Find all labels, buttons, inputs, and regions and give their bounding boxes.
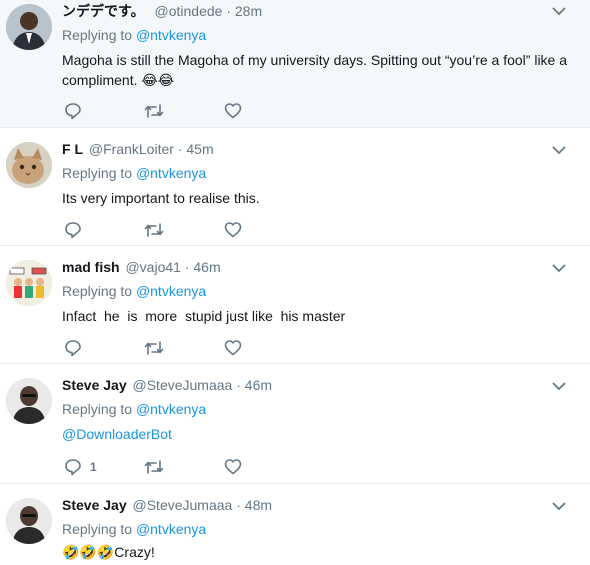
avatar[interactable] (6, 498, 52, 544)
mention-link[interactable]: @ntvkenya (136, 401, 206, 417)
retweet-icon (144, 341, 164, 355)
user-handle[interactable]: @vajo41 (125, 259, 180, 275)
display-name[interactable]: mad fish (62, 259, 120, 275)
bald-man-avatar-icon (6, 498, 52, 544)
tweet-text: 🤣🤣🤣Crazy! (62, 544, 155, 560)
timestamp[interactable]: 28m (235, 3, 262, 19)
tweet-actions: 1 (64, 458, 264, 476)
like-button[interactable] (224, 458, 242, 476)
chevron-down-icon[interactable] (552, 502, 566, 511)
replying-to: Replying to @ntvkenya (62, 26, 206, 44)
man-in-suit-avatar-icon (6, 4, 52, 50)
tweet[interactable]: Steve Jay @SteveJumaaa · 46m Replying to… (0, 364, 590, 484)
separator: · (236, 497, 241, 513)
like-button[interactable] (224, 339, 242, 357)
tweet-text: Infact he is more stupid just like his m… (62, 308, 346, 324)
avatar[interactable] (6, 142, 52, 188)
reply-icon (65, 459, 81, 476)
mention-link[interactable]: @ntvkenya (136, 283, 206, 299)
chevron-down-icon[interactable] (552, 7, 566, 16)
replying-to-label: Replying to (62, 165, 133, 181)
separator: · (177, 141, 183, 157)
tweet-actions (64, 221, 264, 239)
mention-link[interactable]: @ntvkenya (136, 27, 206, 43)
reply-icon (65, 340, 81, 357)
replying-to: Replying to @ntvkenya (62, 164, 206, 182)
replying-to: Replying to @ntvkenya (62, 520, 206, 538)
chevron-down-icon[interactable] (552, 264, 566, 273)
replying-to-label: Replying to (62, 27, 133, 43)
tweet[interactable]: F L @FrankLoiter · 45m Replying to @ntvk… (0, 128, 590, 246)
display-name[interactable]: Steve Jay (62, 497, 127, 513)
avatar[interactable] (6, 260, 52, 306)
mention-link[interactable]: @ntvkenya (136, 165, 206, 181)
timestamp[interactable]: 46m (193, 259, 220, 275)
timestamp[interactable]: 48m (245, 497, 272, 513)
like-button[interactable] (224, 102, 242, 120)
like-button[interactable] (224, 221, 242, 239)
tweet[interactable]: Steve Jay @SteveJumaaa · 48m Replying to… (0, 484, 590, 565)
reply-count: 1 (90, 460, 97, 474)
retweet-icon (144, 460, 164, 474)
heart-icon (224, 103, 242, 119)
tweet[interactable]: mad fish @vajo41 · 46m Replying to @ntvk… (0, 246, 590, 364)
heart-icon (224, 340, 242, 356)
replying-to: Replying to @ntvkenya (62, 400, 206, 418)
heart-icon (224, 459, 242, 475)
separator: · (226, 3, 231, 19)
reply-button[interactable] (64, 102, 90, 120)
retweet-button[interactable] (144, 339, 164, 357)
timestamp[interactable]: 46m (245, 377, 272, 393)
avatar[interactable] (6, 4, 52, 50)
mention-link[interactable]: @ntvkenya (136, 521, 206, 537)
separator: · (184, 259, 190, 275)
reply-icon (65, 103, 81, 120)
display-name[interactable]: ンデデです。 (62, 3, 145, 19)
retweet-icon (144, 104, 164, 118)
reply-button[interactable]: 1 (64, 458, 97, 476)
display-name[interactable]: Steve Jay (62, 377, 127, 393)
tweet[interactable]: ンデデです。 @otindede · 28m Replying to @ntvk… (0, 0, 590, 128)
avatar[interactable] (6, 378, 52, 424)
user-handle[interactable]: @otindede (155, 3, 223, 19)
retweet-icon (144, 223, 164, 237)
user-handle[interactable]: @FrankLoiter (89, 141, 174, 157)
reply-button[interactable] (64, 339, 90, 357)
chevron-down-icon[interactable] (552, 382, 566, 391)
tweet-text: Its very important to realise this. (62, 190, 260, 206)
tweet-feed: ンデデです。 @otindede · 28m Replying to @ntvk… (0, 0, 590, 565)
retweet-button[interactable] (144, 458, 164, 476)
bald-man-avatar-icon (6, 378, 52, 424)
replying-to-label: Replying to (62, 283, 133, 299)
tweet-text[interactable]: @DownloaderBot (62, 424, 572, 444)
separator: · (236, 377, 241, 393)
cat-avatar-icon (6, 142, 52, 188)
tweet-actions (64, 102, 264, 120)
replying-to: Replying to @ntvkenya (62, 282, 206, 300)
cartoon-avatar-icon (6, 260, 52, 306)
user-handle[interactable]: @SteveJumaaa (133, 377, 233, 393)
replying-to-label: Replying to (62, 401, 133, 417)
user-handle[interactable]: @SteveJumaaa (133, 497, 233, 513)
tweet-text: Magoha is still the Magoha of my univers… (62, 52, 568, 88)
tweet-actions (64, 339, 264, 357)
replying-to-label: Replying to (62, 521, 133, 537)
retweet-button[interactable] (144, 221, 164, 239)
reply-icon (65, 222, 81, 239)
display-name[interactable]: F L (62, 141, 83, 157)
retweet-button[interactable] (144, 102, 164, 120)
chevron-down-icon[interactable] (552, 146, 566, 155)
heart-icon (224, 222, 242, 238)
reply-button[interactable] (64, 221, 90, 239)
timestamp[interactable]: 45m (186, 141, 213, 157)
